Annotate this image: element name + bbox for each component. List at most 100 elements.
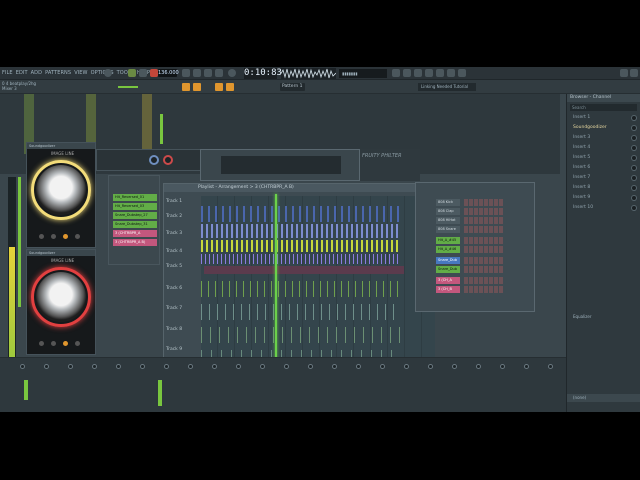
rack-row[interactable]: 808 Clap: [436, 208, 532, 216]
insert-slot[interactable]: Soundgoodizer: [567, 123, 640, 133]
channel-item[interactable]: Hit_Reversed_01: [113, 194, 157, 201]
amount-knob[interactable]: [36, 272, 86, 322]
pat-song-toggle[interactable]: [104, 69, 112, 77]
amount-knob[interactable]: [36, 165, 86, 215]
step-sequencer[interactable]: [464, 286, 503, 293]
rack-row[interactable]: Hit_A_#46: [436, 246, 532, 254]
route-knob[interactable]: [332, 364, 337, 369]
rack-row[interactable]: 808 Snare: [436, 226, 532, 234]
output-selector[interactable]: (none): [567, 394, 640, 402]
metronome-icon[interactable]: [182, 69, 190, 77]
insert-slot[interactable]: Insert 8: [567, 183, 640, 193]
route-knob[interactable]: [380, 364, 385, 369]
gear-icon[interactable]: [392, 69, 400, 77]
step-sequencer[interactable]: [464, 237, 503, 244]
track-label[interactable]: Track 6: [166, 286, 200, 296]
channel-item[interactable]: Snare_Dubstep_31: [113, 221, 157, 228]
track-label[interactable]: Track 7: [166, 306, 200, 316]
mix-knob-icon[interactable]: [631, 175, 637, 181]
rack-row[interactable]: Hit_A_#45: [436, 237, 532, 245]
rack-row[interactable]: Snare_Dub: [436, 257, 532, 265]
stop-button[interactable]: [139, 69, 147, 77]
pattern-clip-row[interactable]: [201, 281, 401, 297]
step-sequencer[interactable]: [464, 257, 503, 264]
step-sequencer[interactable]: [464, 277, 503, 284]
snap-icon[interactable]: [182, 83, 190, 91]
rack-row[interactable]: Snare_Dub: [436, 266, 532, 274]
menu-add[interactable]: ADD: [31, 70, 42, 76]
insert-slot[interactable]: Insert 6: [567, 163, 640, 173]
close-icon[interactable]: [630, 69, 638, 77]
route-knob[interactable]: [212, 364, 217, 369]
route-knob[interactable]: [68, 364, 73, 369]
step-sequencer[interactable]: [464, 208, 503, 215]
erase-tool-icon[interactable]: [226, 83, 234, 91]
channel-rack-icon[interactable]: [425, 69, 433, 77]
preset-a-button[interactable]: [39, 341, 44, 346]
insert-slot[interactable]: Insert 3: [567, 133, 640, 143]
link-box[interactable]: Linking Needed Tutorial: [418, 83, 476, 91]
rack-row[interactable]: 3 (CH_A: [436, 277, 532, 285]
menu-edit[interactable]: EDIT: [16, 70, 28, 76]
route-knob[interactable]: [284, 364, 289, 369]
route-knob[interactable]: [500, 364, 505, 369]
pattern-clip-row[interactable]: [201, 304, 401, 320]
cutoff-knob[interactable]: [149, 155, 159, 165]
rack-channel-name[interactable]: Snare_Dub: [436, 266, 460, 273]
preset-b-button[interactable]: [51, 341, 56, 346]
online-icon[interactable]: [458, 69, 466, 77]
mix-knob-icon[interactable]: [631, 115, 637, 121]
pitch-knob-icon[interactable]: [228, 69, 236, 77]
route-knob[interactable]: [308, 364, 313, 369]
pattern-clip-row[interactable]: [201, 327, 401, 343]
loop-record-icon[interactable]: [215, 69, 223, 77]
channel-item[interactable]: 3 (CHTRBPR_A B): [113, 239, 157, 246]
insert-slot[interactable]: Insert 5: [567, 153, 640, 163]
insert-slot[interactable]: Insert 10: [567, 203, 640, 213]
track-label[interactable]: Track 5: [166, 264, 200, 274]
plugin-picker-icon[interactable]: [447, 69, 455, 77]
rack-channel-name[interactable]: 808 HiHat: [436, 217, 460, 224]
rack-channel-name[interactable]: 808 Snare: [436, 226, 460, 233]
rack-row[interactable]: 808 HiHat: [436, 217, 532, 225]
record-button[interactable]: [150, 69, 158, 77]
pattern-clip-row[interactable]: [201, 224, 401, 238]
countdown-icon[interactable]: [204, 69, 212, 77]
mix-knob-icon[interactable]: [631, 125, 637, 131]
route-knob[interactable]: [188, 364, 193, 369]
preset-d-button[interactable]: [75, 234, 80, 239]
mix-knob-icon[interactable]: [631, 195, 637, 201]
menu-view[interactable]: VIEW: [74, 70, 87, 76]
preset-a-button[interactable]: [39, 234, 44, 239]
wait-input-icon[interactable]: [193, 69, 201, 77]
insert-slot[interactable]: Insert 7: [567, 173, 640, 183]
rack-channel-name[interactable]: Hit_A_#45: [436, 237, 460, 244]
channel-item[interactable]: Hit_Reversed_03: [113, 203, 157, 210]
channel-item[interactable]: Snare_Dubstep_27: [113, 212, 157, 219]
route-knob[interactable]: [404, 364, 409, 369]
route-knob[interactable]: [524, 364, 529, 369]
route-knob[interactable]: [356, 364, 361, 369]
pattern-clip-row[interactable]: [201, 254, 401, 264]
route-knob[interactable]: [260, 364, 265, 369]
tempo-display[interactable]: 136.000: [158, 69, 179, 77]
audio-clip[interactable]: [204, 266, 404, 274]
route-knob[interactable]: [476, 364, 481, 369]
route-knob[interactable]: [92, 364, 97, 369]
rack-channel-name[interactable]: 808 Clap: [436, 208, 460, 215]
rack-channel-name[interactable]: 808 Kick: [436, 199, 460, 206]
mix-knob-icon[interactable]: [631, 145, 637, 151]
search-input[interactable]: Search: [570, 104, 637, 111]
rack-channel-name[interactable]: 3 (CH_A: [436, 277, 460, 284]
browser-icon[interactable]: [436, 69, 444, 77]
route-knob[interactable]: [236, 364, 241, 369]
preset-c-button[interactable]: [63, 234, 68, 239]
master-volume-slider[interactable]: [118, 86, 138, 88]
mixer-icon[interactable]: [414, 69, 422, 77]
step-sequencer[interactable]: [464, 246, 503, 253]
step-sequencer[interactable]: [464, 199, 503, 206]
insert-slot[interactable]: Insert 9: [567, 193, 640, 203]
menu-file[interactable]: FILE: [2, 70, 13, 76]
preset-c-button[interactable]: [63, 341, 68, 346]
draw-tool-icon[interactable]: [193, 83, 201, 91]
